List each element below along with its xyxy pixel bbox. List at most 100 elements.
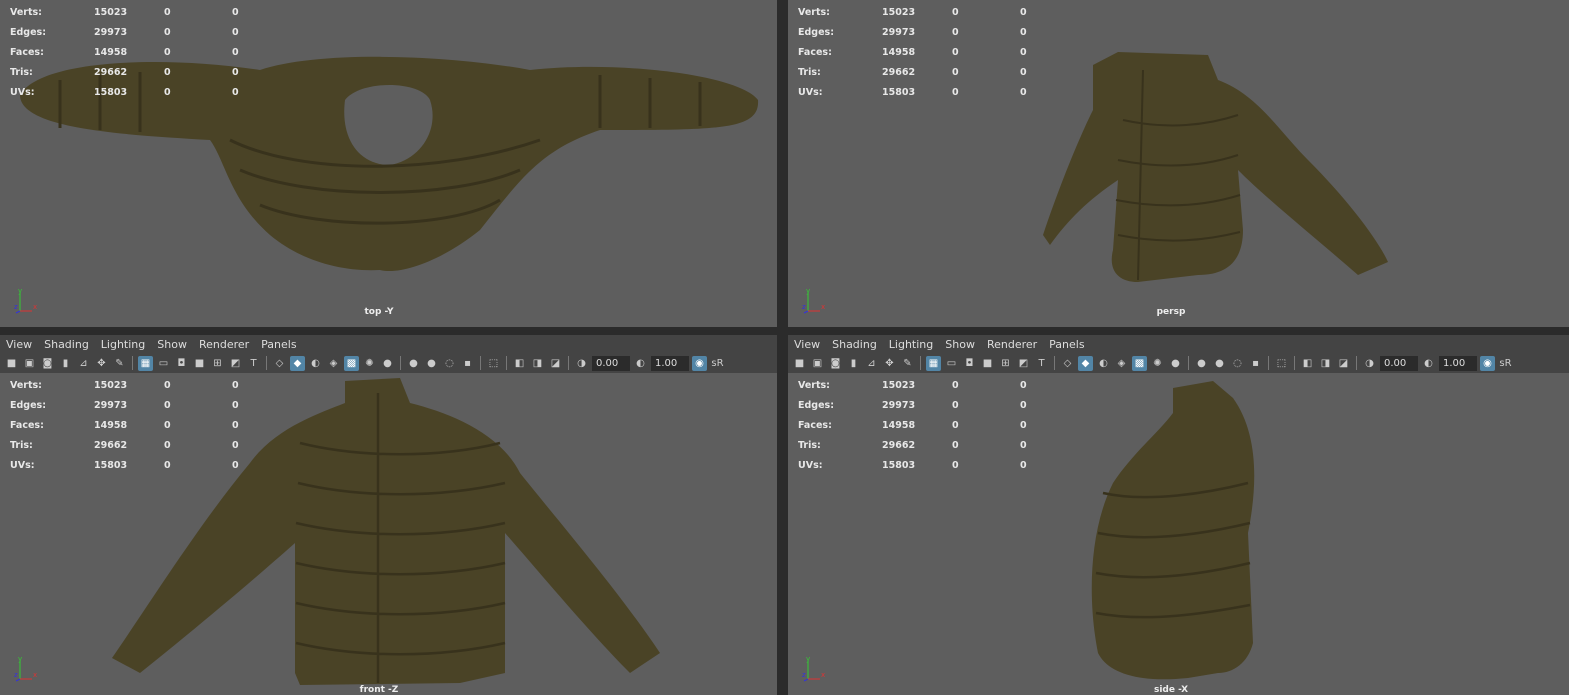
safe-title-icon[interactable]: T [1034, 356, 1049, 371]
camera-icon[interactable]: ■ [792, 356, 807, 371]
viewport-top[interactable]: Verts: 15023 0 0 Edges: 29973 0 0 Faces: 14958 0 0 T… [0, 0, 777, 327]
camera-lock-icon[interactable]: ▣ [810, 356, 825, 371]
hud-value: 14958 [882, 419, 916, 431]
xray-joints-icon[interactable]: ◨ [530, 356, 545, 371]
screen-ao-icon[interactable]: ● [1194, 356, 1209, 371]
viewport-front[interactable]: Verts: 15023 0 0 Edges: 29973 0 0 Faces: 14958 0 0 T… [0, 373, 777, 695]
xray-components-icon[interactable]: ◪ [548, 356, 563, 371]
smooth-shade-icon[interactable]: ◆ [1078, 355, 1093, 371]
wireframe-icon[interactable]: ◇ [1060, 356, 1075, 371]
resolution-gate-icon[interactable]: ◘ [962, 356, 977, 371]
xray-icon[interactable]: ◧ [1300, 356, 1315, 371]
hud-selected: 0 [952, 379, 959, 391]
grid-icon[interactable]: ▦ [926, 355, 941, 371]
menu-panels[interactable]: Panels [1043, 338, 1090, 351]
motion-blur-icon[interactable]: ● [1212, 356, 1227, 371]
shadows-icon[interactable]: ● [1168, 356, 1183, 371]
hud-row: Tris: 29662 0 0 [798, 435, 1088, 455]
2d-pan-icon[interactable]: ✥ [94, 356, 109, 371]
anti-alias-icon[interactable]: ◌ [1230, 356, 1245, 371]
exposure-input[interactable]: 0.00 [1380, 355, 1418, 371]
image-plane-icon[interactable]: ⊿ [864, 356, 879, 371]
gamma-input[interactable]: 1.00 [651, 355, 689, 371]
menu-lighting[interactable]: Lighting [95, 338, 151, 351]
menu-panels[interactable]: Panels [255, 338, 302, 351]
bookmark-icon[interactable]: ▮ [58, 356, 73, 371]
smooth-shade-icon[interactable]: ◆ [290, 355, 305, 371]
safe-action-icon[interactable]: ◩ [228, 356, 243, 371]
wireframe-on-shaded-icon[interactable]: ◈ [1114, 356, 1129, 371]
depth-of-field-icon[interactable]: ▪ [460, 356, 475, 371]
camera-attr-icon[interactable]: ◙ [40, 356, 55, 371]
xray-icon[interactable]: ◧ [512, 356, 527, 371]
menu-show[interactable]: Show [151, 338, 193, 351]
shade-default-icon[interactable]: ◐ [308, 356, 323, 371]
shadows-icon[interactable]: ● [380, 356, 395, 371]
textured-icon[interactable]: ▩ [1132, 355, 1147, 371]
viewport-persp[interactable]: Verts: 15023 0 0 Edges: 29973 0 0 Faces: 14958 0 0 T… [788, 0, 1569, 327]
xray-joints-icon[interactable]: ◨ [1318, 356, 1333, 371]
view-transform-button[interactable]: sR [710, 356, 725, 371]
exposure-input[interactable]: 0.00 [592, 355, 630, 371]
color-mgmt-icon[interactable]: ◉ [692, 355, 707, 371]
2d-pan-icon[interactable]: ✥ [882, 356, 897, 371]
gamma-input[interactable]: 1.00 [1439, 355, 1477, 371]
exposure-icon[interactable]: ◑ [1362, 356, 1377, 371]
shade-default-icon[interactable]: ◐ [1096, 356, 1111, 371]
xray-components-icon[interactable]: ◪ [1336, 356, 1351, 371]
film-gate-icon[interactable]: ▭ [156, 356, 171, 371]
menu-view[interactable]: View [0, 338, 38, 351]
textured-icon[interactable]: ▩ [344, 355, 359, 371]
hud-highlighted: 0 [232, 399, 239, 411]
menu-shading[interactable]: Shading [826, 338, 883, 351]
field-chart-icon[interactable]: ⊞ [210, 356, 225, 371]
menu-view[interactable]: View [788, 338, 826, 351]
resolution-gate-icon[interactable]: ◘ [174, 356, 189, 371]
safe-title-icon[interactable]: T [246, 356, 261, 371]
image-plane-icon[interactable]: ⊿ [76, 356, 91, 371]
grid-icon[interactable]: ▦ [138, 355, 153, 371]
gamma-icon[interactable]: ◐ [633, 356, 648, 371]
gate-mask-icon[interactable]: ■ [980, 356, 995, 371]
camera-attr-icon[interactable]: ◙ [828, 356, 843, 371]
hud-selected: 0 [952, 26, 959, 38]
bookmark-icon[interactable]: ▮ [846, 356, 861, 371]
hud-label: Faces: [798, 419, 832, 431]
hud-highlighted: 0 [1020, 86, 1027, 98]
color-mgmt-icon[interactable]: ◉ [1480, 355, 1495, 371]
hud-label: Verts: [798, 6, 830, 18]
safe-action-icon[interactable]: ◩ [1016, 356, 1031, 371]
hud-row: UVs: 15803 0 0 [10, 82, 300, 102]
use-lights-icon[interactable]: ✺ [362, 356, 377, 371]
toolbar-separator [1188, 356, 1189, 370]
screen-ao-icon[interactable]: ● [406, 356, 421, 371]
wireframe-icon[interactable]: ◇ [272, 356, 287, 371]
menu-show[interactable]: Show [939, 338, 981, 351]
hud-row: Edges: 29973 0 0 [10, 395, 300, 415]
exposure-icon[interactable]: ◑ [574, 356, 589, 371]
viewport-side[interactable]: Verts: 15023 0 0 Edges: 29973 0 0 Faces: 14958 0 0 T… [788, 373, 1569, 695]
svg-text:x: x [33, 671, 37, 679]
wireframe-on-shaded-icon[interactable]: ◈ [326, 356, 341, 371]
use-lights-icon[interactable]: ✺ [1150, 356, 1165, 371]
depth-of-field-icon[interactable]: ▪ [1248, 356, 1263, 371]
camera-lock-icon[interactable]: ▣ [22, 356, 37, 371]
hud-value: 29662 [882, 66, 916, 78]
film-gate-icon[interactable]: ▭ [944, 356, 959, 371]
menu-renderer[interactable]: Renderer [193, 338, 255, 351]
camera-icon[interactable]: ■ [4, 356, 19, 371]
field-chart-icon[interactable]: ⊞ [998, 356, 1013, 371]
isolate-select-icon[interactable]: ⬚ [1274, 356, 1289, 371]
menu-shading[interactable]: Shading [38, 338, 95, 351]
motion-blur-icon[interactable]: ● [424, 356, 439, 371]
isolate-select-icon[interactable]: ⬚ [486, 356, 501, 371]
hud-selected: 0 [952, 439, 959, 451]
menu-renderer[interactable]: Renderer [981, 338, 1043, 351]
grease-pencil-icon[interactable]: ✎ [112, 356, 127, 371]
gamma-icon[interactable]: ◐ [1421, 356, 1436, 371]
view-transform-button[interactable]: sR [1498, 356, 1513, 371]
menu-lighting[interactable]: Lighting [883, 338, 939, 351]
anti-alias-icon[interactable]: ◌ [442, 356, 457, 371]
grease-pencil-icon[interactable]: ✎ [900, 356, 915, 371]
gate-mask-icon[interactable]: ■ [192, 356, 207, 371]
